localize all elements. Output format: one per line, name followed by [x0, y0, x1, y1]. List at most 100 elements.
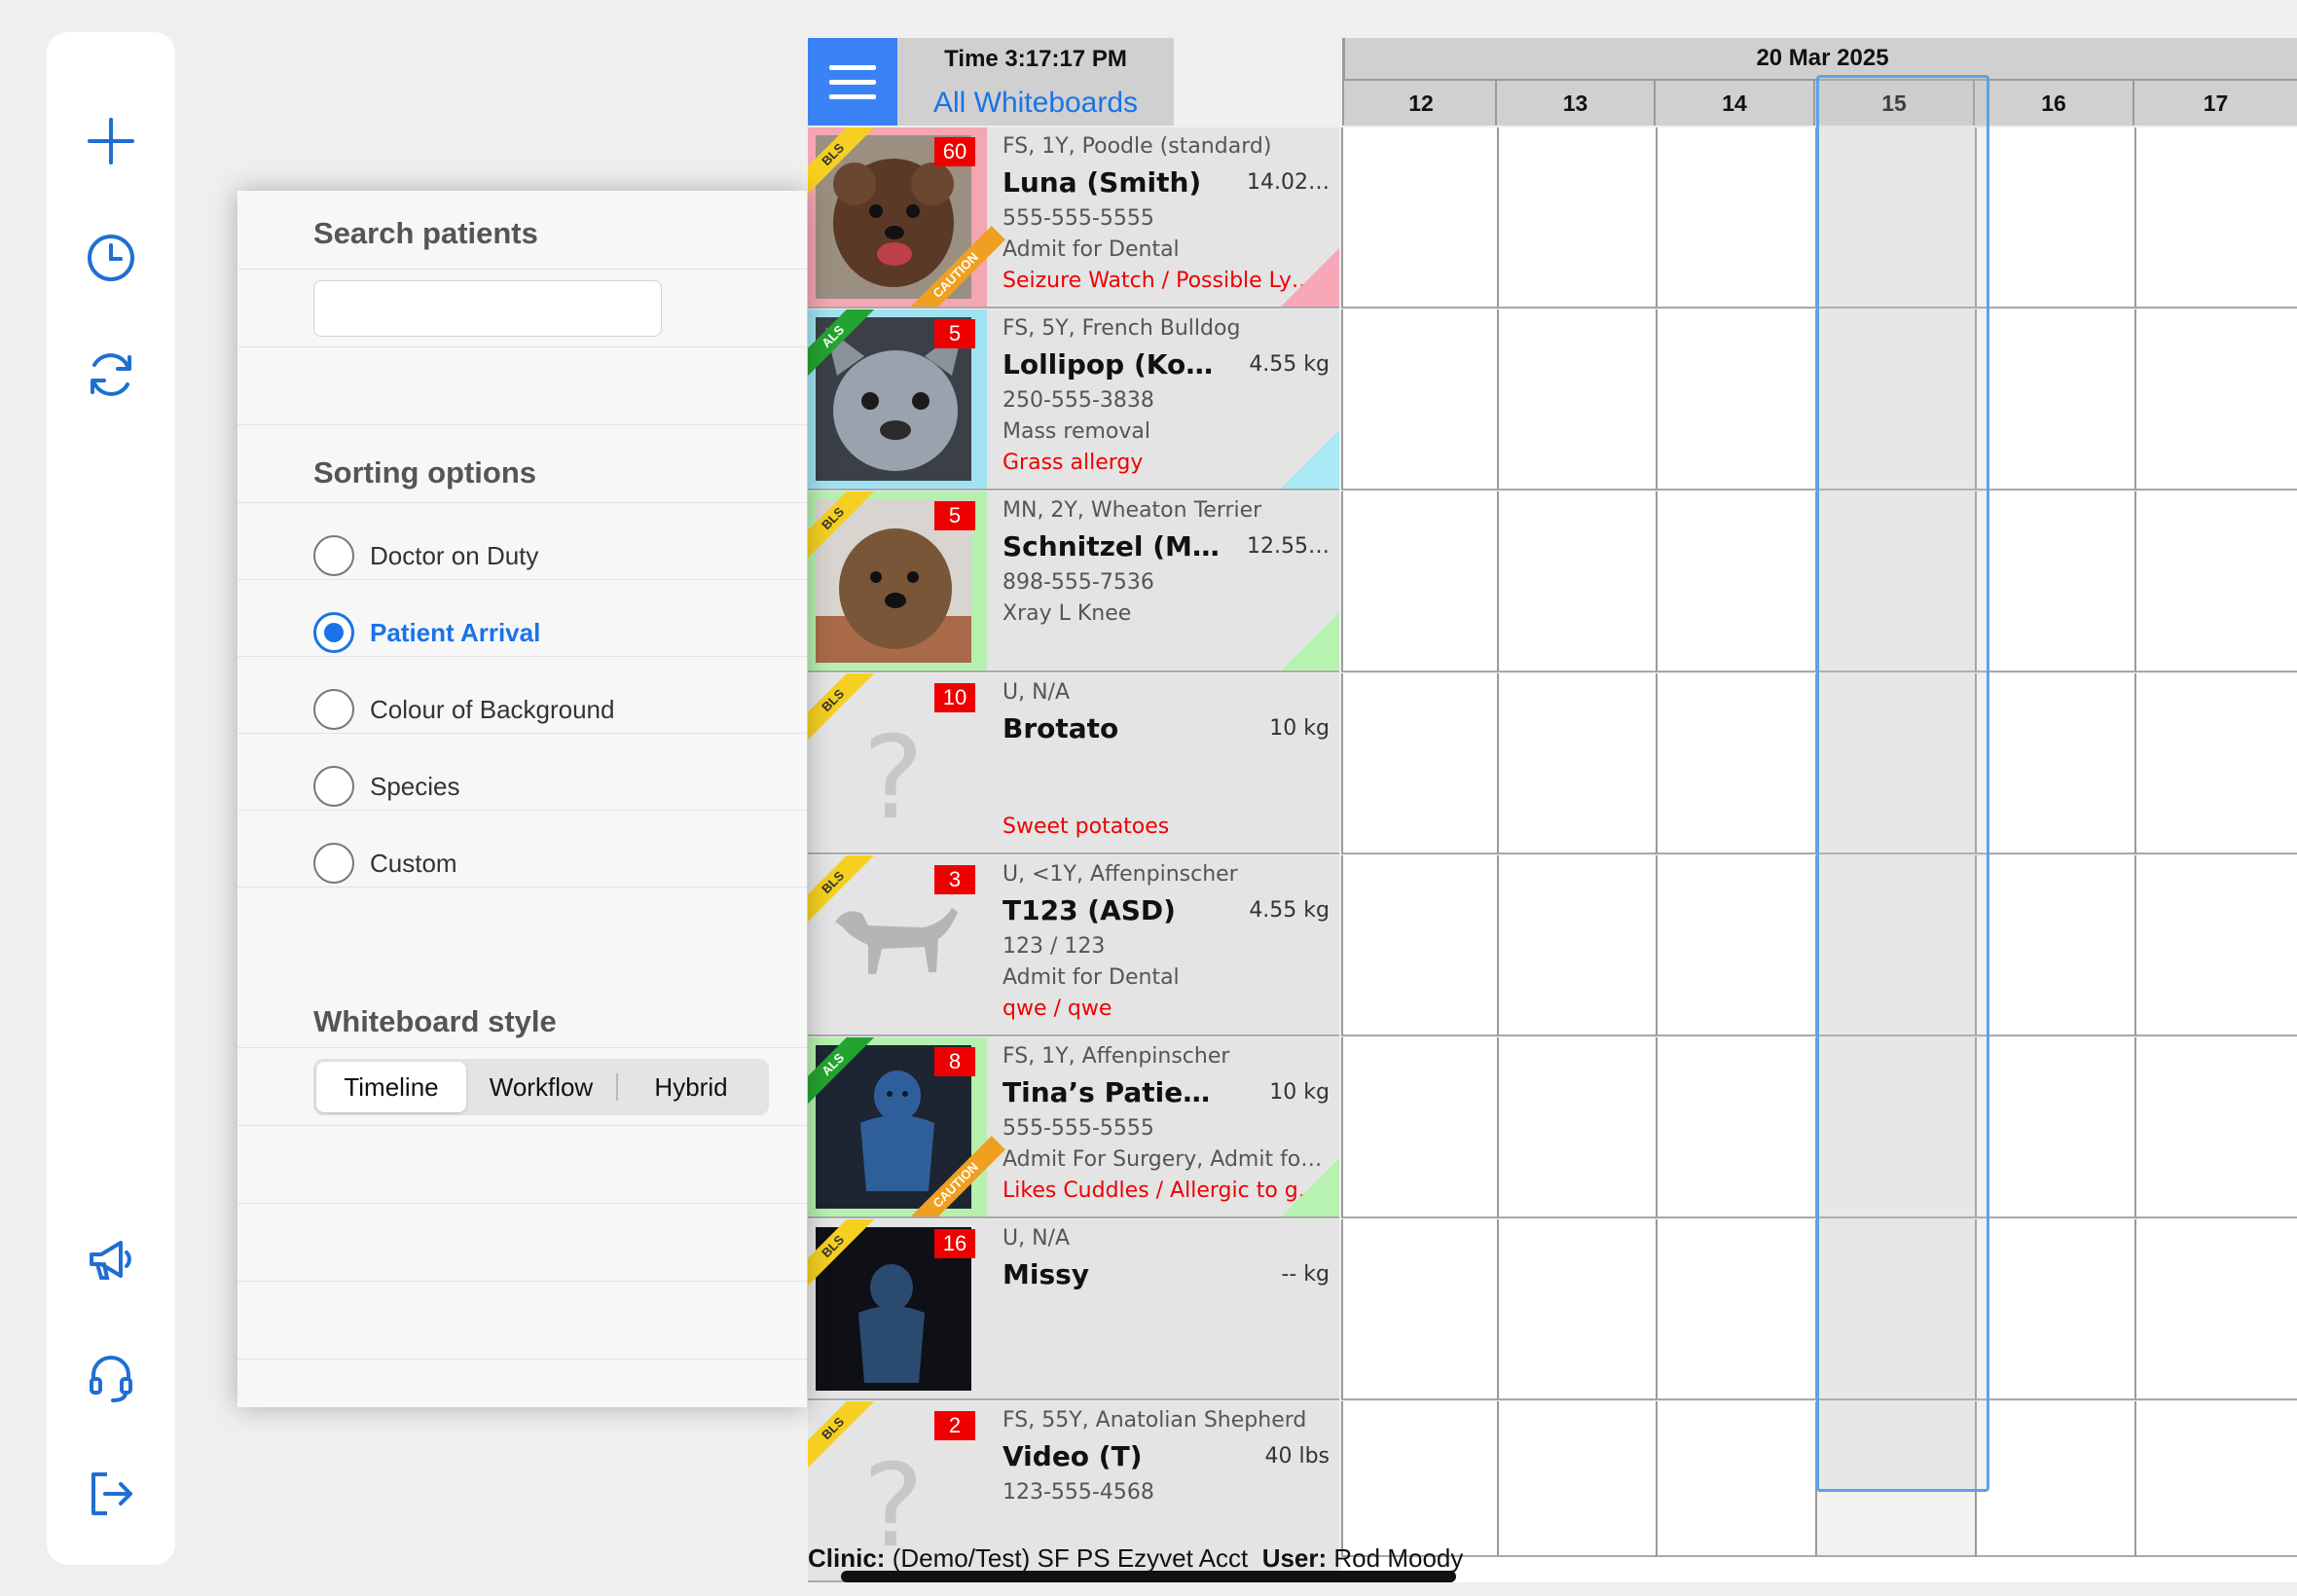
- patient-photo: BLS 3: [808, 855, 987, 1034]
- timeline-cell-12[interactable]: [1341, 1219, 1497, 1400]
- timeline-cell-17[interactable]: [2134, 1219, 2297, 1400]
- timeline-cell-14[interactable]: [1656, 491, 1815, 672]
- logout-icon[interactable]: [70, 1453, 152, 1535]
- day-header-14[interactable]: 14: [1654, 81, 1813, 126]
- timeline-cell-16[interactable]: [1975, 491, 2134, 672]
- plus-icon[interactable]: [70, 100, 152, 182]
- timeline-cell-12[interactable]: [1341, 127, 1497, 308]
- patient-name: Lollipop (Kong): [1003, 348, 1226, 381]
- timeline-cell-13[interactable]: [1497, 491, 1656, 672]
- timeline-cell-16[interactable]: [1975, 1037, 2134, 1218]
- timeline-cell-12[interactable]: [1341, 309, 1497, 490]
- patient-photo: BLS CAUTION 60: [808, 127, 1005, 307]
- style-option-hybrid[interactable]: Hybrid: [616, 1062, 766, 1112]
- timeline-cell-14[interactable]: [1656, 1219, 1815, 1400]
- patient-card[interactable]: ? BLS 10 U, N/A Brotato 10 kg Sweet potatoes: [808, 673, 1339, 854]
- patient-signalment: FS, 5Y, French Bulldog: [1003, 316, 1241, 341]
- timeline-cell-13[interactable]: [1497, 309, 1656, 490]
- patient-weight: 4.55 kg: [1249, 898, 1330, 923]
- hamburger-menu-icon[interactable]: [808, 38, 897, 126]
- patient-info: U, <1Y, Affenpinscher T123 (ASD) 4.55 kg 12…: [1003, 859, 1330, 1025]
- megaphone-icon[interactable]: [70, 1219, 152, 1301]
- timeline-cell-15[interactable]: [1815, 855, 1975, 1036]
- timeline-cells: [1341, 127, 2297, 308]
- patient-name: Tina’s Patient…: [1003, 1076, 1226, 1108]
- timeline-cell-15[interactable]: [1815, 1037, 1975, 1218]
- task-count-badge: 10: [934, 683, 975, 712]
- timeline-cell-16[interactable]: [1975, 1401, 2134, 1557]
- timeline-cell-17[interactable]: [2134, 309, 2297, 490]
- patient-card[interactable]: BLS 16 U, N/A Missy -- kg: [808, 1219, 1339, 1400]
- user-label: User:: [1261, 1543, 1328, 1573]
- whiteboard: Time 3:17:17 PM All Whiteboards 20 Mar 2…: [806, 36, 2297, 1582]
- patient-contact: 250-555-3838: [1003, 388, 1154, 413]
- timeline-cell-13[interactable]: [1497, 1401, 1656, 1557]
- timeline-cell-14[interactable]: [1656, 673, 1815, 854]
- timeline-cell-15[interactable]: [1815, 1219, 1975, 1400]
- timeline-cell-13[interactable]: [1497, 127, 1656, 308]
- timeline-cell-17[interactable]: [2134, 491, 2297, 672]
- timeline-cell-14[interactable]: [1656, 855, 1815, 1036]
- patient-contact: 123-555-4568: [1003, 1480, 1154, 1505]
- task-count-badge: 2: [934, 1411, 975, 1440]
- timeline-cell-16[interactable]: [1975, 1219, 2134, 1400]
- timeline-cell-17[interactable]: [2134, 1037, 2297, 1218]
- patient-reason: [1003, 1326, 1330, 1358]
- timeline-cell-14[interactable]: [1656, 1401, 1815, 1557]
- timeline-cell-17[interactable]: [2134, 855, 2297, 1036]
- all-whiteboards-link[interactable]: All Whiteboards: [897, 87, 1174, 120]
- timeline-cell-13[interactable]: [1497, 1219, 1656, 1400]
- patient-card[interactable]: BLS 3 U, <1Y, Affenpinscher T123 (ASD) 4.55 …: [808, 855, 1339, 1036]
- timeline-cells: [1341, 1037, 2297, 1218]
- background-colour-marker: [1281, 430, 1339, 489]
- patient-signalment: FS, 1Y, Affenpinscher: [1003, 1044, 1230, 1069]
- timeline-cell-13[interactable]: [1497, 673, 1656, 854]
- timeline-cell-16[interactable]: [1975, 309, 2134, 490]
- patient-card[interactable]: BLS 5 MN, 2Y, Wheaton Terrier Schnitzel (Ma…: [808, 491, 1339, 672]
- background-colour-marker: [1281, 612, 1339, 671]
- timeline-cell-13[interactable]: [1497, 855, 1656, 1036]
- patient-card[interactable]: ALS 5 FS, 5Y, French Bulldog Lollipop (Kong…: [808, 309, 1339, 490]
- headset-icon[interactable]: [70, 1336, 152, 1418]
- timeline-cell-14[interactable]: [1656, 309, 1815, 490]
- timeline-cell-17[interactable]: [2134, 127, 2297, 308]
- timeline-cell-15[interactable]: [1815, 127, 1975, 308]
- clinic-name: (Demo/Test) SF PS Ezyvet Acct: [892, 1543, 1249, 1573]
- timeline-cell-12[interactable]: [1341, 855, 1497, 1036]
- patient-row: ? BLS 2 FS, 55Y, Anatolian Shepherd Video (T…: [808, 1401, 2297, 1582]
- timeline-cell-15[interactable]: [1815, 491, 1975, 672]
- timeline-cell-16[interactable]: [1975, 127, 2134, 308]
- timeline-cell-14[interactable]: [1656, 127, 1815, 308]
- footer-status: Clinic: (Demo/Test) SF PS Ezyvet Acct Us…: [808, 1543, 1463, 1574]
- timeline-cell-12[interactable]: [1341, 673, 1497, 854]
- timeline-cell-17[interactable]: [2134, 673, 2297, 854]
- timeline-cell-15[interactable]: [1815, 673, 1975, 854]
- timeline-cell-16[interactable]: [1975, 855, 2134, 1036]
- patient-card[interactable]: BLS CAUTION 60 FS, 1Y, Poodle (standard) Lun…: [808, 127, 1339, 308]
- clinic-label: Clinic:: [808, 1543, 886, 1573]
- patient-reason: [1003, 780, 1330, 812]
- patient-info: U, N/A Brotato 10 kg Sweet potatoes: [1003, 677, 1330, 843]
- patient-card[interactable]: ALS CAUTION 8 FS, 1Y, Affenpinscher Tina’s P…: [808, 1037, 1339, 1218]
- day-header-15[interactable]: 15: [1813, 81, 1973, 126]
- timeline-cell-12[interactable]: [1341, 1037, 1497, 1218]
- patient-info: U, N/A Missy -- kg: [1003, 1223, 1330, 1389]
- timeline-cell-15[interactable]: [1815, 1401, 1975, 1557]
- day-header-16[interactable]: 16: [1973, 81, 2133, 126]
- clock-icon[interactable]: [70, 217, 152, 299]
- patient-name: Schnitzel (Ma…: [1003, 530, 1226, 562]
- refresh-icon[interactable]: [70, 334, 152, 416]
- style-option-timeline[interactable]: Timeline: [316, 1062, 466, 1112]
- day-header-13[interactable]: 13: [1495, 81, 1654, 126]
- patient-signalment: U, <1Y, Affenpinscher: [1003, 862, 1238, 887]
- style-option-workflow[interactable]: Workflow: [466, 1062, 616, 1112]
- timeline-cell-14[interactable]: [1656, 1037, 1815, 1218]
- timeline-cell-16[interactable]: [1975, 673, 2134, 854]
- timeline-cell-12[interactable]: [1341, 1401, 1497, 1557]
- timeline-cell-13[interactable]: [1497, 1037, 1656, 1218]
- timeline-cell-15[interactable]: [1815, 309, 1975, 490]
- timeline-cell-17[interactable]: [2134, 1401, 2297, 1557]
- day-header-12[interactable]: 12: [1342, 81, 1498, 126]
- day-header-17[interactable]: 17: [2133, 81, 2297, 126]
- timeline-cell-12[interactable]: [1341, 491, 1497, 672]
